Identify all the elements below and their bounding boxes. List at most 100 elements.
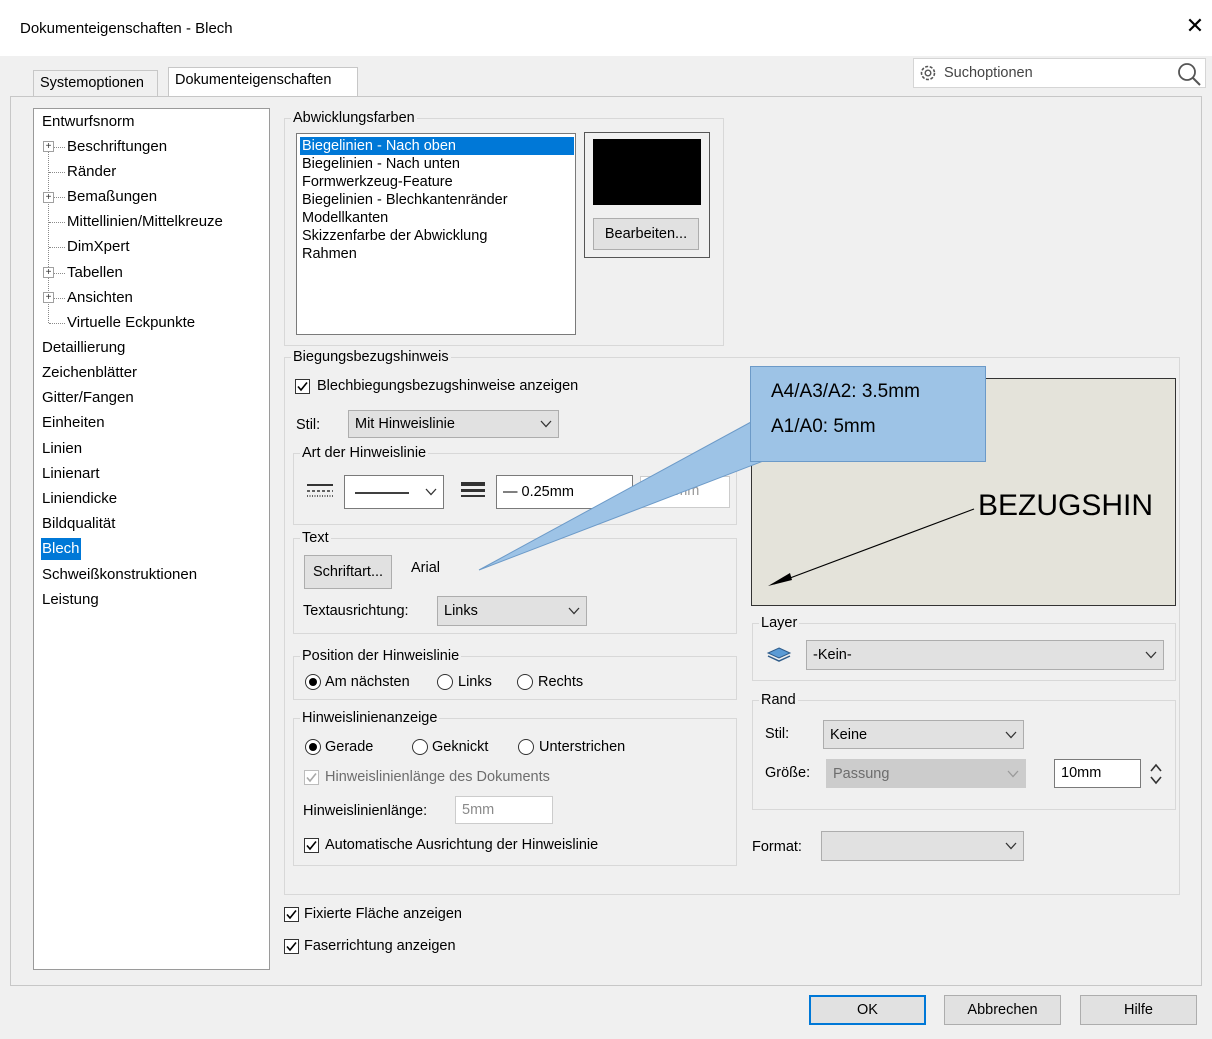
expand-icon[interactable]: + (43, 292, 54, 303)
search-box[interactable]: Suchoptionen (913, 58, 1206, 88)
auto-align-checkbox[interactable] (304, 838, 319, 853)
border-style-label: Stil: (765, 726, 790, 742)
callout-box: A4/A3/A2: 3.5mm A1/A0: 5mm (750, 366, 986, 462)
window-title: Dokumenteigenschaften - Blech (20, 20, 233, 37)
expand-icon[interactable]: + (43, 267, 54, 278)
radio-unterstrichen[interactable] (518, 739, 534, 755)
tree-item-beschriftungen[interactable]: Beschriftungen (66, 136, 168, 158)
font-button[interactable]: Schriftart... (304, 555, 392, 589)
length-field[interactable]: 5mm (455, 796, 553, 824)
tree-item-einheiten[interactable]: Einheiten (41, 412, 106, 434)
tree-item-blech[interactable]: Blech (41, 538, 81, 560)
tree-item-dimxpert[interactable]: DimXpert (66, 236, 131, 258)
radio-am-naechsten[interactable] (305, 674, 321, 690)
radio-geknickt[interactable] (412, 739, 428, 755)
layer-icon (766, 647, 792, 662)
tree-item-virtuelle-eckpunkte[interactable]: Virtuelle Eckpunkte (66, 312, 196, 334)
format-label: Format: (752, 839, 802, 855)
tree-item-detaillierung[interactable]: Detaillierung (41, 337, 126, 359)
text-align-dropdown[interactable]: Links (437, 596, 587, 626)
expand-icon[interactable]: + (43, 192, 54, 203)
line-style-dropdown[interactable] (344, 475, 444, 509)
list-item-color[interactable]: Modellkanten (300, 209, 574, 227)
colors-listbox[interactable]: Biegelinien - Nach oben Biegelinien - Na… (296, 133, 576, 335)
close-icon[interactable]: ✕ (1183, 14, 1207, 38)
expand-icon[interactable]: + (43, 141, 54, 152)
list-item-color[interactable]: Formwerkzeug-Feature (300, 173, 574, 191)
bend-note-group-title: Biegungsbezugshinweis (293, 349, 449, 365)
fixed-face-checkbox[interactable] (284, 907, 299, 922)
layer-dropdown[interactable]: -Kein- (806, 640, 1164, 670)
gear-icon (920, 65, 936, 81)
radio-gerade[interactable] (305, 739, 321, 755)
tree-item-bildqualitaet[interactable]: Bildqualität (41, 513, 116, 535)
radio-links-label: Links (458, 674, 492, 690)
list-item-color[interactable]: Biegelinien - Nach unten (300, 155, 574, 173)
fixed-face-label: Fixierte Fläche anzeigen (304, 906, 462, 922)
tree-item-liniendicke[interactable]: Liniendicke (41, 488, 118, 510)
tree-item-linienart[interactable]: Linienart (41, 463, 101, 485)
spinner-icon[interactable] (1148, 760, 1164, 788)
chevron-down-icon (568, 607, 580, 615)
cancel-button[interactable]: Abbrechen (944, 995, 1061, 1025)
grain-direction-checkbox[interactable] (284, 939, 299, 954)
help-button[interactable]: Hilfe (1080, 995, 1197, 1025)
leader-position-title: Position der Hinweislinie (302, 648, 460, 664)
doc-length-checkbox[interactable] (304, 770, 319, 785)
length-label: Hinweislinienlänge: (303, 803, 428, 819)
chevron-down-icon (1007, 770, 1019, 777)
leader-display-title: Hinweislinienanzeige (302, 710, 438, 726)
tree-item-raender[interactable]: Ränder (66, 161, 117, 183)
auto-align-label: Automatische Ausrichtung der Hinweislini… (325, 837, 599, 853)
border-style-dropdown[interactable]: Keine (823, 720, 1024, 749)
tree-item-tabellen[interactable]: Tabellen (66, 262, 124, 284)
ok-button[interactable]: OK (809, 995, 926, 1025)
chevron-down-icon (1005, 842, 1017, 850)
tree-connector (49, 247, 65, 248)
list-item-color[interactable]: Biegelinien - Blechkantenränder (300, 191, 574, 209)
tree-item-zeichenblaetter[interactable]: Zeichenblätter (41, 362, 138, 384)
checkmark-icon (306, 841, 317, 851)
tree-connector (49, 222, 65, 223)
border-size-field[interactable]: 10mm (1054, 759, 1141, 788)
radio-rechts-label: Rechts (538, 674, 584, 690)
tree-item-bemassungen[interactable]: Bemaßungen (66, 186, 158, 208)
list-item-color[interactable]: Rahmen (300, 245, 574, 263)
border-size-dropdown[interactable]: Passung (826, 759, 1026, 788)
font-name: Arial (411, 560, 441, 576)
tree-item-entwurfsnorm[interactable]: Entwurfsnorm (41, 111, 136, 133)
search-icon[interactable] (1176, 61, 1202, 87)
tree-item-schweisskonstruktionen[interactable]: Schweißkonstruktionen (41, 564, 198, 586)
list-item-color[interactable]: Skizzenfarbe der Abwicklung (300, 227, 574, 245)
chevron-down-icon (1005, 731, 1017, 738)
format-dropdown[interactable] (821, 831, 1024, 861)
list-item-color[interactable]: Biegelinien - Nach oben (300, 137, 574, 155)
border-group-title: Rand (761, 692, 796, 708)
edit-color-button[interactable]: Bearbeiten... (593, 218, 699, 250)
radio-rechts[interactable] (517, 674, 533, 690)
radio-gerade-label: Gerade (325, 739, 374, 755)
tree-item-ansichten[interactable]: Ansichten (66, 287, 134, 309)
tab-systemoptionen[interactable]: Systemoptionen (33, 70, 158, 96)
color-swatch (593, 139, 701, 205)
radio-links[interactable] (437, 674, 453, 690)
border-style-value: Keine (830, 726, 868, 743)
style-value: Mit Hinweislinie (355, 416, 455, 432)
tree-item-gitter-fangen[interactable]: Gitter/Fangen (41, 387, 135, 409)
grain-direction-label: Faserrichtung anzeigen (304, 938, 456, 954)
radio-geknickt-label: Geknickt (432, 739, 489, 755)
chevron-down-icon (425, 488, 437, 496)
colors-group-title: Abwicklungsfarben (293, 110, 415, 126)
callout-line-2: A1/A0: 5mm (771, 416, 876, 437)
options-tree[interactable]: + + + + Entwurfsnorm Beschriftungen Ränd… (33, 108, 270, 970)
tree-item-leistung[interactable]: Leistung (41, 589, 100, 611)
tree-item-linien[interactable]: Linien (41, 438, 83, 460)
tree-item-mittellinien[interactable]: Mittellinien/Mittelkreuze (66, 211, 224, 233)
border-size-label: Größe: (765, 765, 811, 781)
border-size-value: Passung (833, 765, 890, 782)
tab-dokumenteigenschaften[interactable]: Dokumenteigenschaften (168, 67, 358, 96)
text-align-value: Links (444, 603, 478, 619)
solid-line-sample (355, 492, 409, 494)
show-bend-notes-checkbox[interactable] (295, 379, 310, 394)
radio-unterstrichen-label: Unterstrichen (539, 739, 626, 755)
